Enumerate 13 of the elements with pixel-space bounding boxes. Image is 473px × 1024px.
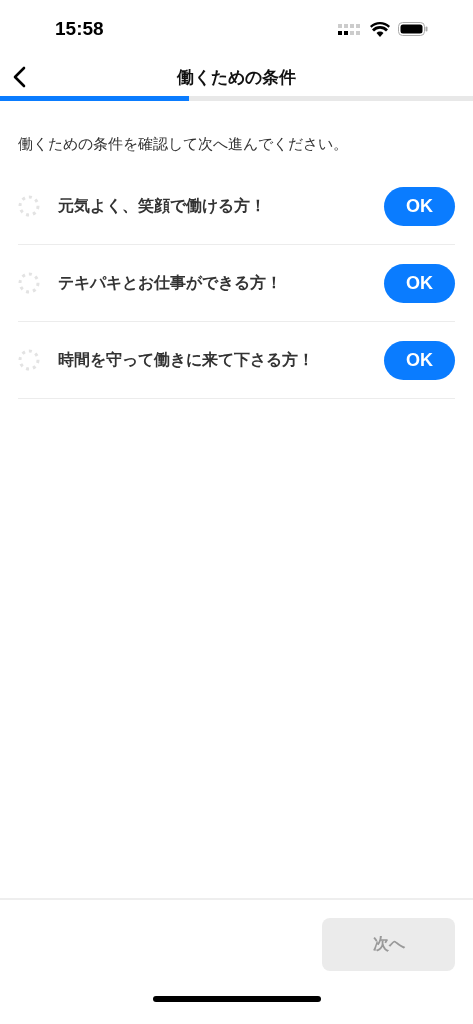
ok-button[interactable]: OK — [384, 340, 455, 380]
condition-text: テキパキとお仕事ができる方！ — [58, 272, 283, 294]
condition-text: 時間を守って働きに来て下さる方！ — [58, 349, 315, 371]
battery-icon — [398, 22, 428, 36]
ok-button[interactable]: OK — [384, 263, 455, 303]
ok-button[interactable]: OK — [384, 186, 455, 226]
wifi-icon — [370, 21, 390, 37]
page-title: 働くための条件 — [177, 65, 296, 89]
instruction-text: 働くための条件を確認して次へ進んでください。 — [18, 135, 349, 154]
status-time: 15:58 — [55, 18, 104, 40]
back-icon[interactable] — [12, 66, 26, 88]
signal-icon — [338, 23, 362, 35]
condition-text: 元気よく、笑顔で働ける方！ — [58, 195, 267, 217]
